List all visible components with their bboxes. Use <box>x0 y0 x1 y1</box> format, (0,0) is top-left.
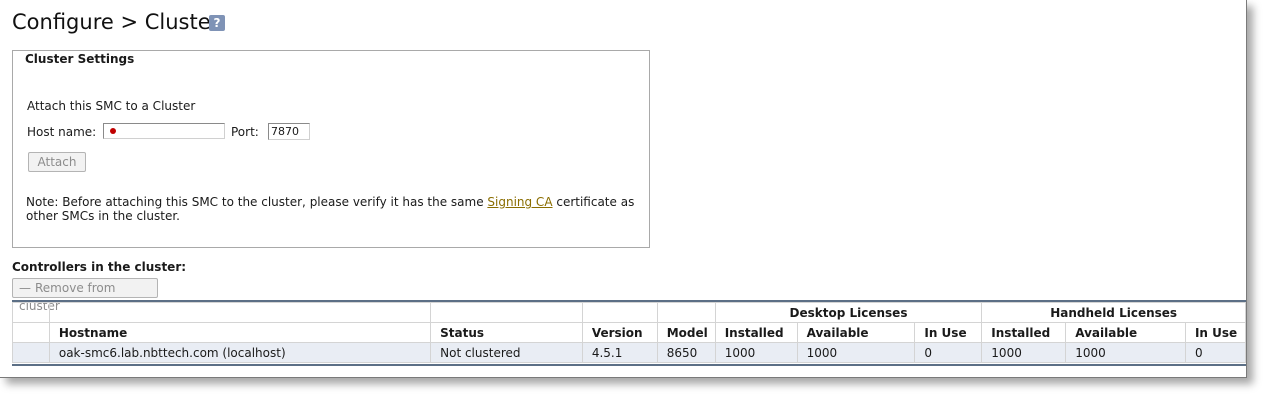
signing-ca-note: Note: Before attaching this SMC to the c… <box>26 195 646 223</box>
attach-button[interactable]: Attach <box>28 152 86 172</box>
cell-desktop-available: 1000 <box>796 342 916 363</box>
column-header-desktop-installed[interactable]: Installed <box>714 322 798 343</box>
page-title: Configure > Cluster <box>12 10 220 34</box>
column-header-handheld-in-use[interactable]: In Use <box>1184 322 1246 343</box>
controllers-heading: Controllers in the cluster: <box>12 260 187 274</box>
port-label: Port: <box>231 125 259 139</box>
cell-handheld-installed: 1000 <box>981 342 1067 363</box>
port-input[interactable] <box>268 123 310 140</box>
main-panel: Configure > Cluster ? Cluster Settings A… <box>0 0 1247 378</box>
column-header-hostname[interactable]: Hostname <box>48 322 432 343</box>
group-header-row: Desktop Licenses Handheld Licenses <box>12 302 1246 323</box>
column-header-version[interactable]: Version <box>581 322 658 343</box>
column-header-desktop-in-use[interactable]: In Use <box>914 322 983 343</box>
cell-version: 4.5.1 <box>581 342 658 363</box>
column-header-status[interactable]: Status <box>430 322 583 343</box>
cell-desktop-in-use: 0 <box>914 342 983 363</box>
host-name-input[interactable] <box>103 123 225 139</box>
signing-ca-link[interactable]: Signing CA <box>487 195 552 209</box>
cell-hostname: oak-smc6.lab.nbttech.com (localhost) <box>48 342 432 363</box>
cluster-settings-legend: Cluster Settings <box>23 52 137 66</box>
column-header-handheld-available[interactable]: Available <box>1065 322 1186 343</box>
note-text-before: Note: Before attaching this SMC to the c… <box>26 195 488 209</box>
desktop-licenses-header: Desktop Licenses <box>714 302 983 323</box>
select-column-header <box>12 302 50 323</box>
cell-model: 8650 <box>656 342 716 363</box>
column-header-handheld-installed[interactable]: Installed <box>981 322 1067 343</box>
help-icon[interactable]: ? <box>209 15 225 31</box>
host-name-label: Host name: <box>27 125 97 139</box>
cell-status: Not clustered <box>430 342 583 363</box>
cell-handheld-in-use: 0 <box>1184 342 1246 363</box>
handheld-licenses-header: Handheld Licenses <box>981 302 1246 323</box>
cell-desktop-installed: 1000 <box>714 342 798 363</box>
required-indicator-icon <box>110 128 116 134</box>
controllers-table: Desktop Licenses Handheld Licenses Hostn… <box>12 302 1246 363</box>
cell-handheld-available: 1000 <box>1065 342 1186 363</box>
minus-icon: — <box>19 281 31 295</box>
attach-heading: Attach this SMC to a Cluster <box>27 99 196 113</box>
table-row[interactable]: oak-smc6.lab.nbttech.com (localhost) Not… <box>12 342 1246 363</box>
row-select-cell[interactable] <box>12 342 50 363</box>
remove-from-cluster-button[interactable]: — Remove from cluster <box>12 278 158 313</box>
column-header-model[interactable]: Model <box>656 322 716 343</box>
controllers-table-container: Desktop Licenses Handheld Licenses Hostn… <box>12 300 1246 366</box>
column-header-row: Hostname Status Version Model Installed … <box>12 322 1246 343</box>
column-header-desktop-available[interactable]: Available <box>796 322 916 343</box>
